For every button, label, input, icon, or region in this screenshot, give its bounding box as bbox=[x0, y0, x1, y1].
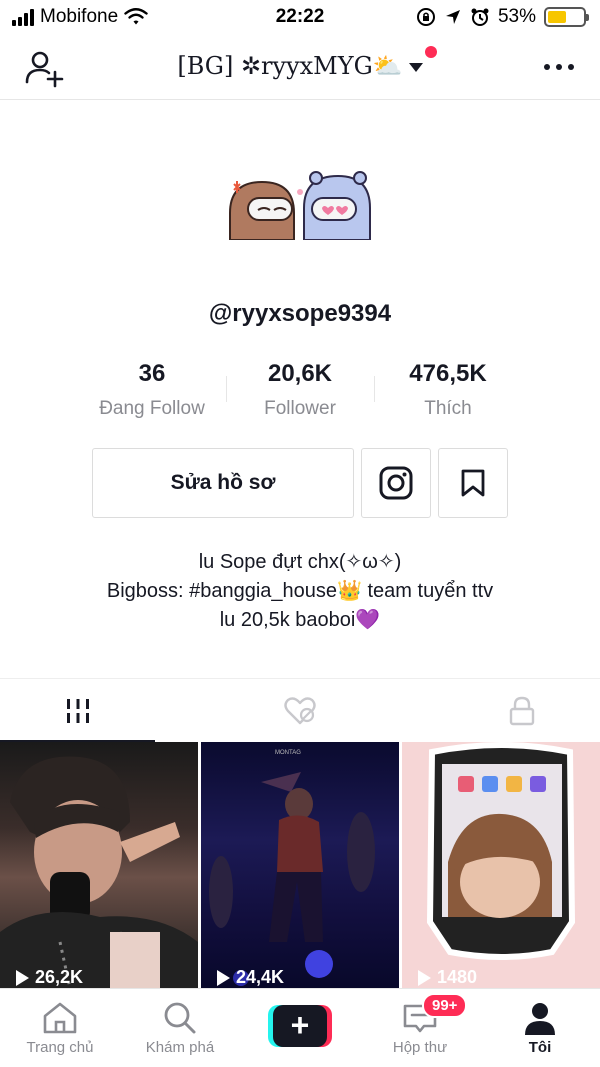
tab-private[interactable] bbox=[444, 679, 599, 743]
status-right: 53% bbox=[416, 6, 589, 28]
view-count-label: 24,4K bbox=[236, 967, 285, 987]
nav-discover[interactable]: Khám phá bbox=[120, 989, 240, 1067]
play-icon bbox=[16, 969, 29, 986]
profile-stats: 36 Đang Follow 20,6K Follower 476,5K Thí… bbox=[78, 356, 522, 422]
alarm-icon bbox=[471, 8, 489, 26]
video-image bbox=[426, 742, 576, 960]
nav-home-label: Trang chủ bbox=[26, 1039, 94, 1056]
nav-discover-label: Khám phá bbox=[145, 1039, 215, 1056]
instagram-icon bbox=[379, 466, 413, 500]
video-thumbnail[interactable]: 1480 bbox=[402, 742, 600, 988]
view-count-label: 1480 bbox=[437, 967, 478, 987]
edit-profile-button[interactable]: Sửa hồ sơ bbox=[92, 448, 354, 518]
favorites-button[interactable] bbox=[438, 448, 508, 518]
chevron-down-icon bbox=[408, 63, 423, 72]
play-icon bbox=[217, 969, 230, 986]
stat-following[interactable]: 36 Đang Follow bbox=[78, 356, 226, 422]
likes-count: 476,5K bbox=[409, 360, 487, 387]
nav-create[interactable]: + bbox=[240, 989, 360, 1067]
battery-percent: 53% bbox=[497, 6, 536, 27]
view-count-label: 26,2K bbox=[35, 967, 84, 987]
video-caption: MONTAG bbox=[275, 750, 301, 756]
view-count: 24,4K bbox=[217, 967, 284, 988]
video-image bbox=[0, 756, 198, 988]
rotation-lock-icon bbox=[416, 8, 435, 26]
account-name: [BG] ✲ryyxMYG⛅ bbox=[177, 52, 403, 80]
followers-count: 20,6K bbox=[267, 360, 333, 387]
video-grid: 26,2K MONTAG 24,4K 1480 bbox=[0, 742, 600, 988]
stat-likes[interactable]: 476,5K Thích bbox=[374, 356, 522, 422]
likes-label: Thích bbox=[424, 398, 472, 419]
plus-icon: + bbox=[273, 1005, 327, 1047]
profile-bio: lu Sope đựt chx(✧ω✧) Bigboss: #banggia_h… bbox=[0, 548, 600, 635]
status-bar: Mobifone 22:22 53% bbox=[0, 0, 600, 34]
content-tabs bbox=[0, 678, 600, 743]
video-thumbnail[interactable]: MONTAG 24,4K bbox=[201, 742, 399, 988]
profile-icon bbox=[525, 1003, 555, 1035]
bio-line: Bigboss: #banggia_house👑 team tuyển ttv bbox=[106, 580, 494, 602]
inbox-badge: 99+ bbox=[422, 993, 468, 1018]
nav-profile-label: Tôi bbox=[528, 1039, 552, 1056]
lock-icon bbox=[509, 696, 534, 726]
instagram-button[interactable] bbox=[361, 448, 431, 518]
battery-icon bbox=[544, 7, 589, 27]
tab-videos[interactable] bbox=[0, 679, 155, 743]
location-icon bbox=[445, 10, 460, 24]
hidden-heart-icon bbox=[283, 697, 316, 725]
profile-header: [BG] ✲ryyxMYG⛅ bbox=[0, 34, 600, 100]
search-icon bbox=[164, 1002, 196, 1034]
home-icon bbox=[43, 1002, 77, 1034]
stat-followers[interactable]: 20,6K Follower bbox=[226, 356, 374, 422]
video-image: MONTAG bbox=[209, 750, 375, 986]
nav-profile[interactable]: Tôi bbox=[480, 989, 600, 1067]
account-switcher[interactable]: [BG] ✲ryyxMYG⛅ bbox=[0, 52, 600, 80]
bookmark-icon bbox=[461, 469, 485, 497]
bio-line: lu 20,5k baoboi💜 bbox=[219, 609, 381, 631]
view-count: 1480 bbox=[418, 967, 477, 988]
following-count: 36 bbox=[138, 360, 166, 387]
video-thumbnail[interactable]: 26,2K bbox=[0, 742, 198, 988]
avatar[interactable] bbox=[220, 168, 380, 240]
view-count: 26,2K bbox=[16, 967, 83, 988]
bottom-nav: Trang chủ Khám phá + 99+ Hộp thư Tôi bbox=[0, 988, 600, 1067]
following-label: Đang Follow bbox=[99, 398, 205, 419]
nav-inbox[interactable]: 99+ Hộp thư bbox=[360, 989, 480, 1067]
grid-icon bbox=[66, 699, 89, 723]
play-icon bbox=[418, 969, 431, 986]
battery-fill bbox=[548, 11, 567, 23]
nav-inbox-label: Hộp thư bbox=[392, 1039, 448, 1056]
tab-liked[interactable] bbox=[222, 679, 377, 743]
notification-dot bbox=[425, 46, 437, 58]
more-options-icon[interactable] bbox=[544, 64, 574, 70]
username: @ryyxsope9394 bbox=[208, 300, 392, 327]
create-video-button[interactable]: + bbox=[268, 1005, 332, 1047]
followers-label: Follower bbox=[264, 398, 336, 419]
bio-line: lu Sope đựt chx(✧ω✧) bbox=[198, 551, 402, 573]
nav-home[interactable]: Trang chủ bbox=[0, 989, 120, 1067]
